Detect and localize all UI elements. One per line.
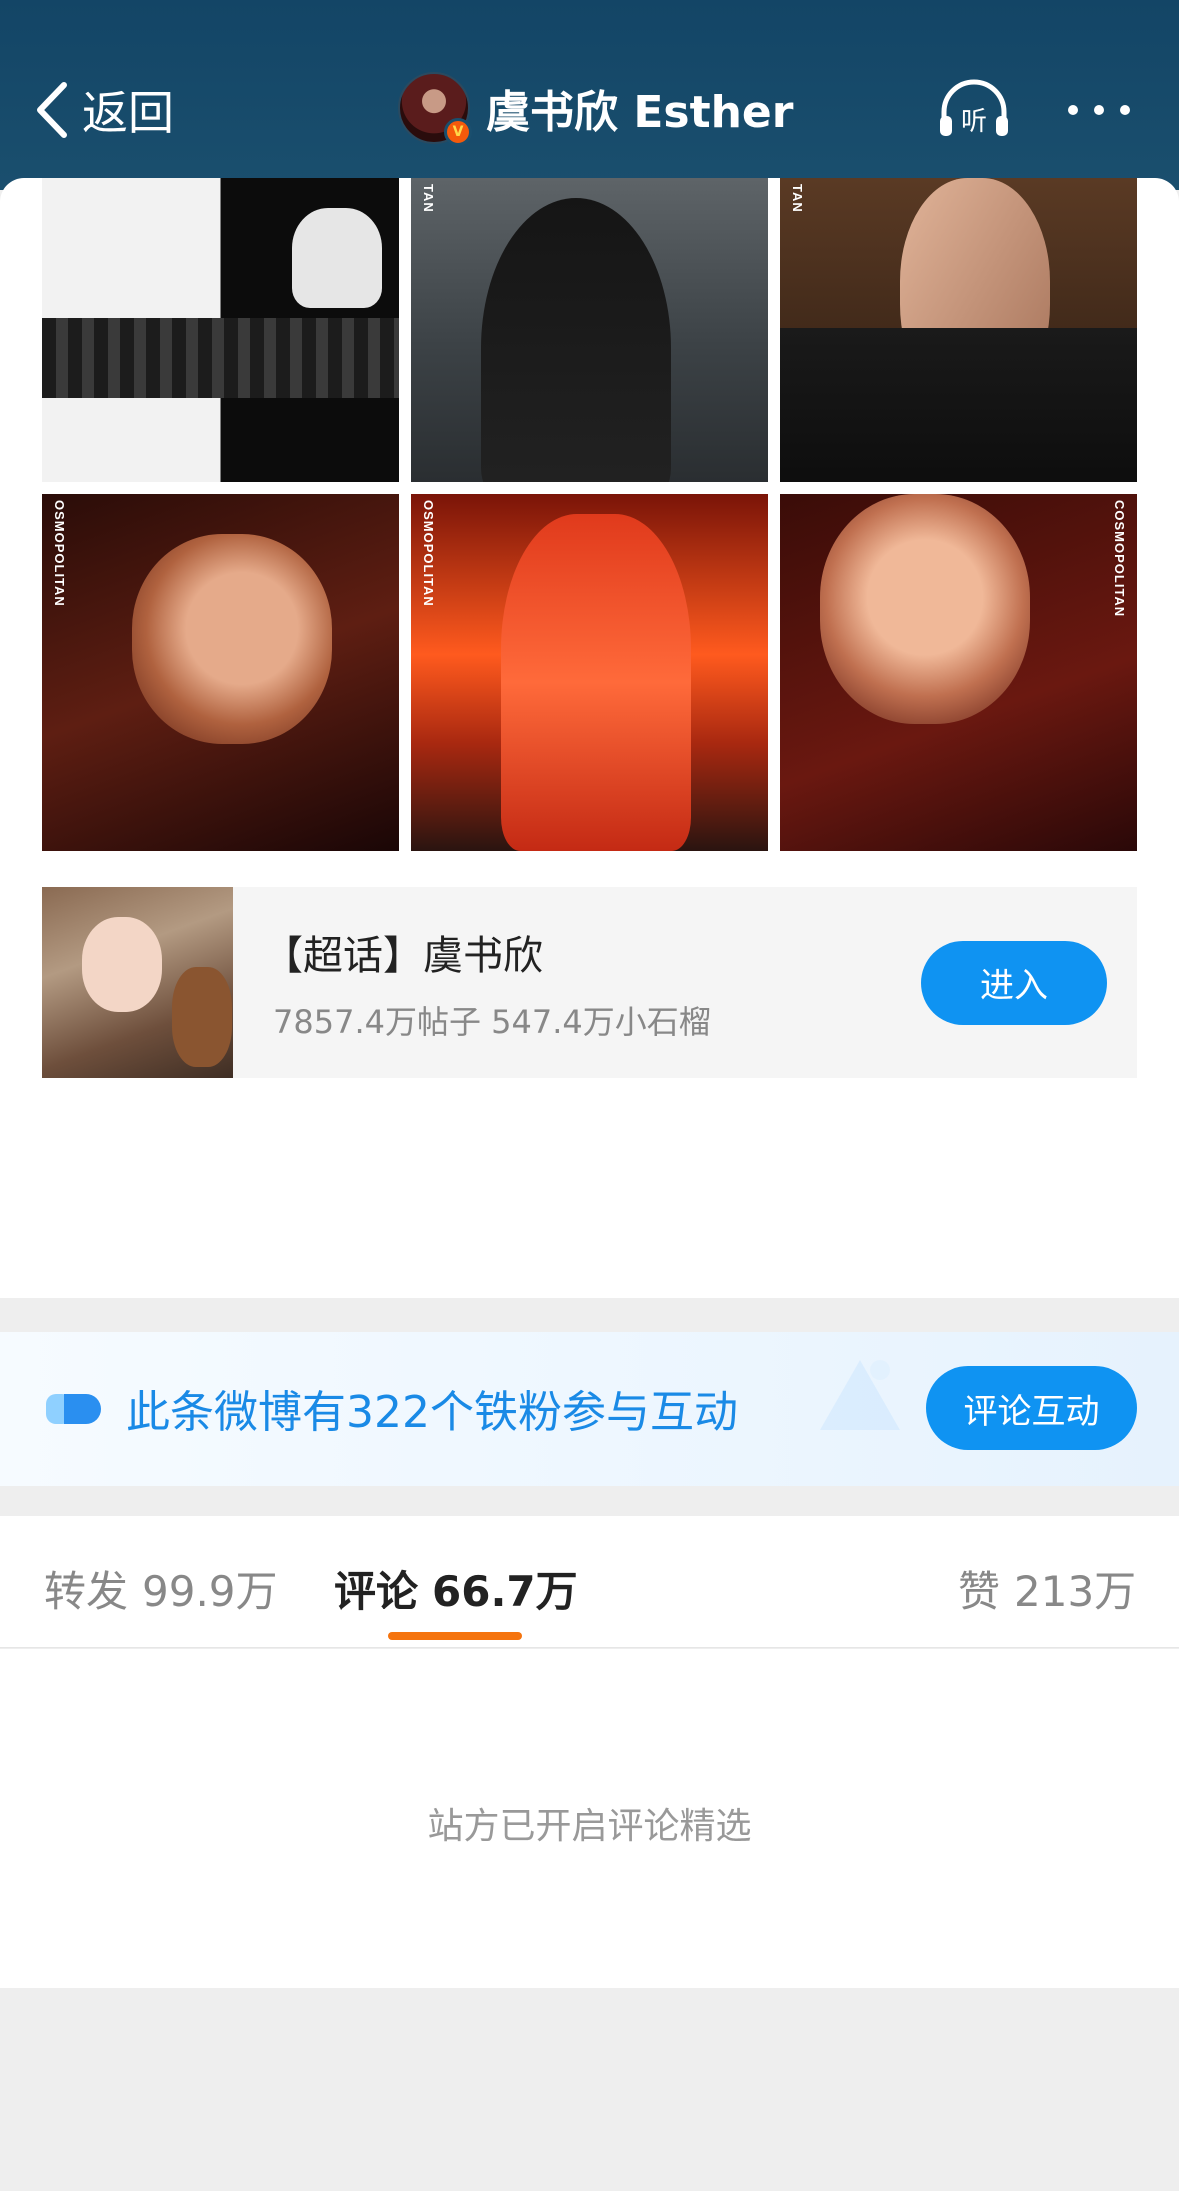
section-divider [0, 1486, 1179, 1516]
figure-shape [292, 208, 382, 308]
photo-3[interactable]: TAN [780, 178, 1137, 482]
dot-icon [1068, 105, 1078, 115]
interaction-tabs: 转发 99.9万 评论 66.7万 赞 213万 [0, 1516, 1179, 1648]
teddy-bear-shape [172, 967, 232, 1067]
tab-likes[interactable]: 赞 213万 [958, 1558, 1136, 1619]
listen-headphones-icon[interactable]: 听 [936, 78, 1012, 140]
roof-tiles [42, 318, 399, 398]
magazine-logo: OSMOPOLITAN [421, 500, 436, 607]
listen-label: 听 [961, 107, 987, 137]
chevron-left-icon [37, 82, 67, 138]
back-button[interactable]: 返回 [30, 76, 174, 144]
photo-1[interactable] [42, 178, 399, 482]
face-shape [820, 494, 1030, 724]
supertopic-thumbnail [42, 887, 233, 1078]
tab-count: 99.9万 [142, 1567, 278, 1616]
banner-decoration-icon [820, 1360, 900, 1430]
comment-curation-notice: 站方已开启评论精选 [427, 1806, 752, 1847]
back-label: 返回 [82, 86, 174, 140]
tab-label: 赞 [958, 1567, 1001, 1616]
supertopic-stats: 7857.4万帖子 547.4万小石榴 [273, 1002, 711, 1041]
page-bottom [0, 1988, 1179, 2191]
face-shape [82, 917, 162, 1012]
tab-count: 66.7万 [432, 1567, 578, 1616]
supertopic-card[interactable]: 【超话】虞书欣 7857.4万帖子 547.4万小石榴 进入 [42, 887, 1137, 1078]
tab-count: 213万 [1014, 1567, 1137, 1616]
magazine-logo: OSMOPOLITAN [52, 500, 67, 607]
face-shape [132, 534, 332, 744]
verified-badge-icon: V [444, 118, 472, 146]
magazine-logo: TAN [790, 184, 805, 213]
fans-badge-icon [46, 1394, 101, 1424]
top-nav-bar: 返回 V 虞书欣 Esther 听 [0, 0, 1179, 190]
fans-interaction-text: 此条微博有322个铁粉参与互动 [126, 1387, 738, 1438]
photo-2[interactable]: TAN [411, 178, 768, 482]
magazine-logo: TAN [421, 184, 436, 213]
tab-label: 转发 [44, 1567, 129, 1616]
photo-4[interactable]: OSMOPOLITAN [42, 494, 399, 851]
figure-shape [481, 198, 671, 482]
account-name[interactable]: 虞书欣 Esther [486, 76, 793, 140]
avatar[interactable]: V [398, 72, 472, 146]
active-tab-indicator [388, 1632, 522, 1640]
tab-reposts[interactable]: 转发 99.9万 [44, 1558, 278, 1619]
tab-label: 评论 [334, 1567, 419, 1616]
collar-shape [780, 328, 1137, 482]
figure-shape [501, 514, 691, 851]
account-header[interactable]: V 虞书欣 Esther [398, 70, 793, 146]
dot-icon [1094, 105, 1104, 115]
supertopic-title: 【超话】虞书欣 [263, 932, 543, 979]
section-divider [0, 1298, 1179, 1332]
comments-section: 站方已开启评论精选 [0, 1649, 1179, 1988]
magazine-logo: COSMOPOLITAN [1112, 500, 1127, 618]
more-options-button[interactable] [1068, 90, 1178, 130]
post-card: TAN TAN OSMOPOLITAN OSMOPOLITAN COSMOPOL… [0, 178, 1179, 1298]
photo-6[interactable]: COSMOPOLITAN [780, 494, 1137, 851]
enter-supertopic-button[interactable]: 进入 [921, 940, 1107, 1025]
dot-icon [1120, 105, 1130, 115]
iron-fans-banner[interactable]: 此条微博有322个铁粉参与互动 评论互动 [0, 1332, 1179, 1486]
comment-interaction-button[interactable]: 评论互动 [926, 1366, 1137, 1450]
tab-comments[interactable]: 评论 66.7万 [334, 1558, 578, 1619]
supertopic-info: 【超话】虞书欣 7857.4万帖子 547.4万小石榴 [263, 923, 921, 1043]
photo-5[interactable]: OSMOPOLITAN [411, 494, 768, 851]
